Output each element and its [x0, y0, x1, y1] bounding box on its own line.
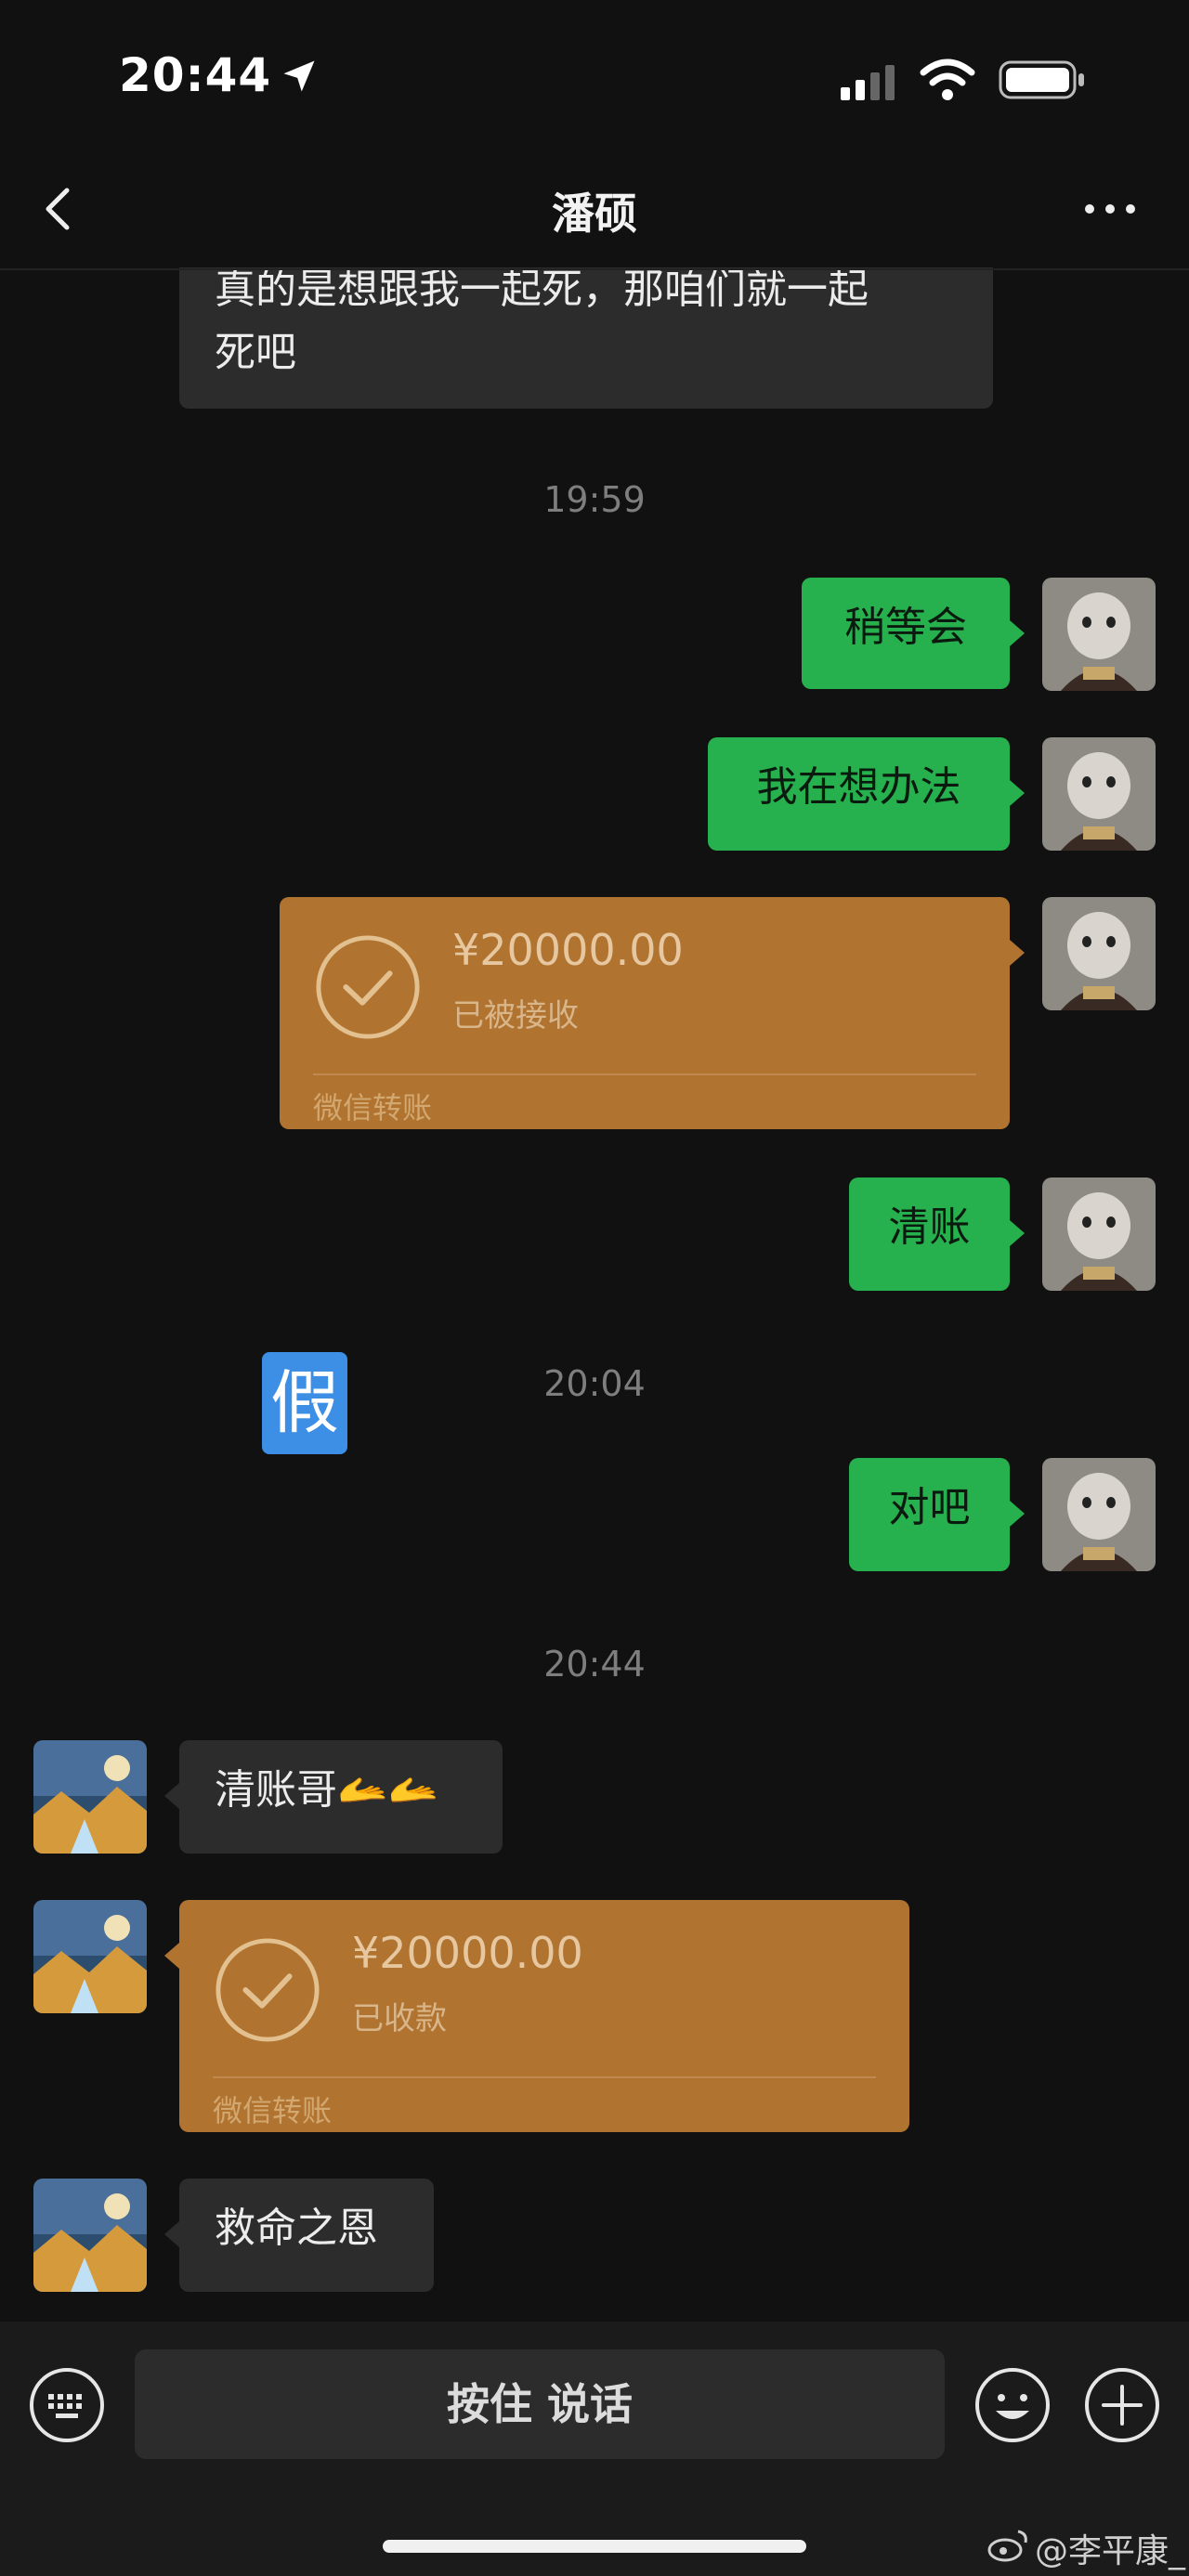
message-bubble-outgoing[interactable]: 我在想办法: [708, 737, 1010, 851]
bubble-tail: [1010, 620, 1025, 646]
bubble-tail: [164, 1943, 179, 1969]
weibo-logo-icon: [987, 2530, 1027, 2562]
emoji-icon[interactable]: [973, 2366, 1052, 2444]
message-bubble-outgoing[interactable]: 稍等会: [802, 578, 1010, 689]
timestamp: 19:59: [543, 479, 646, 520]
user-avatar[interactable]: [1042, 1177, 1156, 1291]
contact-avatar[interactable]: [33, 1740, 147, 1854]
home-indicator: [383, 2540, 806, 2553]
transfer-footer: 微信转账: [213, 2093, 333, 2128]
message-bubble[interactable]: 清账哥🫴🫴: [179, 1740, 503, 1854]
bubble-tail: [1010, 1220, 1025, 1246]
timestamp: 20:04: [543, 1363, 646, 1404]
bubble-tail: [164, 2221, 179, 2247]
message-bubble-outgoing[interactable]: 对吧: [849, 1458, 1010, 1571]
message-bubble-outgoing[interactable]: 清账: [849, 1177, 1010, 1291]
baby-photo-avatar-icon: [1042, 1458, 1156, 1571]
timestamp: 20:44: [543, 1644, 646, 1685]
transfer-card-outgoing[interactable]: ¥20000.00 已被接收 微信转账: [280, 897, 1010, 1129]
battery-icon: [999, 60, 1084, 99]
keyboard-icon[interactable]: [28, 2366, 106, 2444]
wifi-icon: [920, 59, 975, 100]
transfer-footer: 微信转账: [313, 1090, 433, 1125]
bubble-tail: [164, 1783, 179, 1809]
status-time: 20:44: [119, 48, 272, 102]
baby-photo-avatar-icon: [1042, 578, 1156, 691]
check-circle-icon: [216, 1938, 320, 2042]
transfer-divider: [313, 1073, 976, 1075]
location-arrow-icon: [283, 60, 315, 92]
check-circle-icon: [316, 935, 420, 1039]
transfer-card-incoming[interactable]: ¥20000.00 已收款 微信转账: [179, 1900, 909, 2132]
user-avatar[interactable]: [1042, 578, 1156, 691]
bubble-tail: [1010, 940, 1025, 966]
baby-photo-avatar-icon: [1042, 737, 1156, 851]
user-avatar[interactable]: [1042, 897, 1156, 1010]
cellular-signal-icon: [841, 65, 895, 100]
bubble-tail: [1010, 1501, 1025, 1527]
transfer-amount: ¥20000.00: [352, 1928, 583, 1978]
user-avatar[interactable]: [1042, 737, 1156, 851]
bubble-tail: [1010, 780, 1025, 806]
baby-photo-avatar-icon: [1042, 1177, 1156, 1291]
user-avatar[interactable]: [1042, 1458, 1156, 1571]
chat-title: 潘硕: [552, 189, 637, 239]
baby-photo-avatar-icon: [1042, 897, 1156, 1010]
plus-icon[interactable]: [1083, 2366, 1161, 2444]
transfer-divider: [213, 2076, 876, 2078]
landscape-avatar-icon: [33, 2179, 147, 2292]
message-bubble[interactable]: 救命之恩: [179, 2179, 434, 2292]
more-options-icon[interactable]: [1082, 199, 1138, 219]
landscape-avatar-icon: [33, 1740, 147, 1854]
contact-avatar[interactable]: [33, 2179, 147, 2292]
transfer-amount: ¥20000.00: [452, 925, 684, 975]
transfer-status: 已被接收: [452, 997, 579, 1034]
landscape-avatar-icon: [33, 1900, 147, 2013]
watermark-text: @李平康_: [1035, 2532, 1186, 2570]
transfer-status: 已收款: [352, 2000, 447, 2037]
hold-to-talk-button[interactable]: 按住 说话: [135, 2349, 945, 2459]
contact-avatar[interactable]: [33, 1900, 147, 2013]
header-divider: [0, 268, 1189, 270]
message-text-line: 死吧: [215, 329, 296, 376]
